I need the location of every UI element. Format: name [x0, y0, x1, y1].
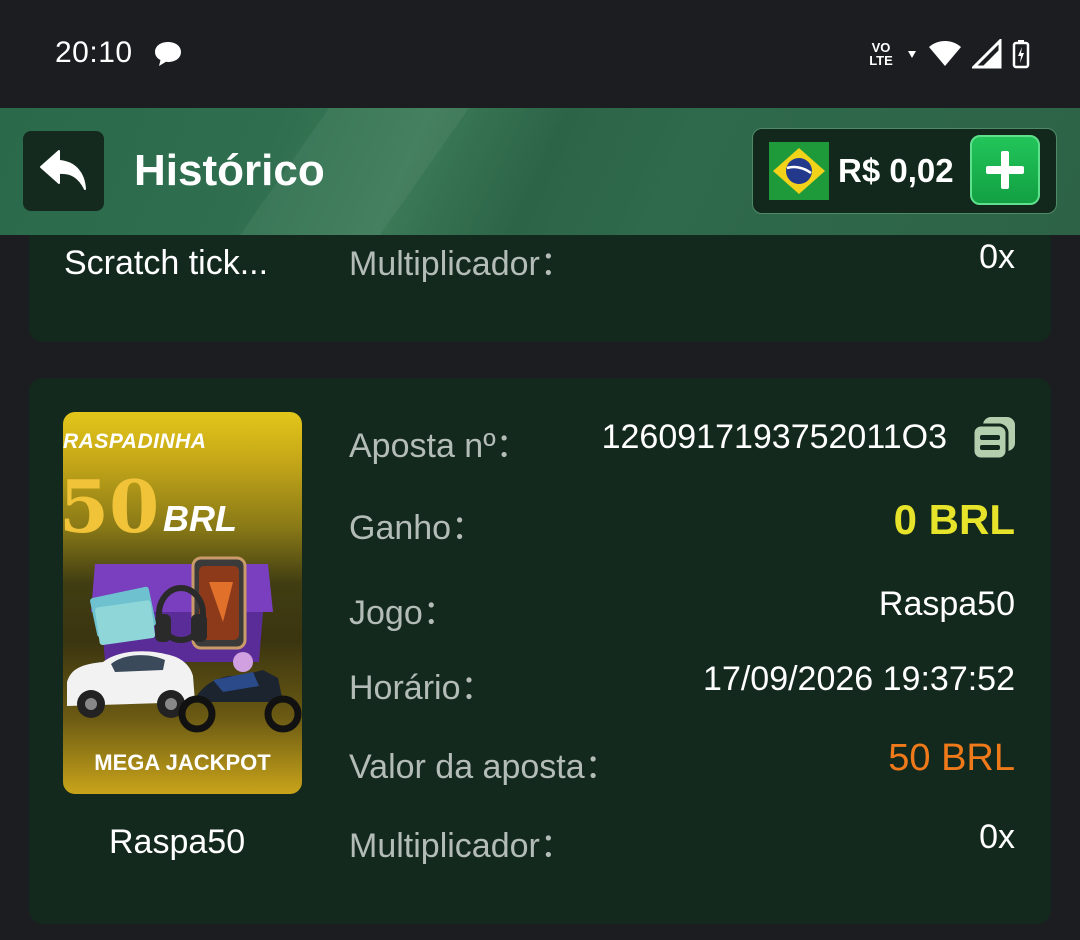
data-arrow-icon	[908, 51, 916, 58]
signal-icon	[972, 39, 1002, 69]
back-arrow-icon	[39, 150, 86, 190]
game-label: Jogo：	[349, 594, 457, 632]
game-name: Scratch tick...	[64, 244, 269, 282]
chat-notification-icon	[155, 42, 181, 66]
status-icons: VO LTE	[866, 36, 1030, 72]
plus-icon	[986, 151, 1024, 189]
copy-icon[interactable]	[971, 415, 1017, 461]
bet-amount-label: Valor da aposta：	[349, 748, 619, 786]
win-label: Ganho：	[349, 509, 486, 547]
brazil-flag-icon	[769, 142, 829, 200]
bet-id-label: Aposta nº：	[349, 427, 530, 465]
battery-icon	[1012, 40, 1030, 69]
wifi-icon	[929, 41, 961, 66]
thumbnail-title: RASPADINHA	[63, 430, 207, 453]
balance-amount: R$ 0,02	[838, 152, 954, 189]
deposit-button[interactable]	[970, 135, 1040, 205]
bet-card[interactable]: RASPADINHA 50 BRL MEGA JACKPOT Raspa50 A…	[29, 378, 1051, 924]
multiplier-value: 0x	[979, 238, 1015, 276]
time-label: Horário：	[349, 669, 495, 707]
thumbnail-amount: 50	[63, 464, 160, 549]
bet-amount-value: 50 BRL	[888, 737, 1015, 779]
bet-id-value: 1260917193752011O3	[601, 418, 947, 456]
prize-illustration	[67, 556, 302, 733]
status-bar: 20:10 VO LTE	[0, 0, 1080, 108]
game-name: Raspa50	[109, 823, 246, 861]
game-value: Raspa50	[878, 585, 1015, 623]
multiplier-value: 0x	[979, 818, 1015, 856]
multiplier-label: Multiplicador：	[349, 827, 574, 865]
wallet-balance[interactable]: R$ 0,02	[752, 128, 1057, 214]
thumbnail-currency: BRL	[163, 498, 237, 539]
volte-icon: VO LTE	[869, 40, 893, 68]
win-value: 0 BRL	[893, 496, 1015, 543]
app-header: Histórico R$ 0,02	[0, 108, 1080, 235]
game-thumbnail[interactable]: RASPADINHA 50 BRL MEGA JACKPOT	[63, 412, 302, 794]
multiplier-label: Multiplicador：	[349, 245, 574, 283]
status-time: 20:10	[55, 36, 133, 69]
thumbnail-banner: MEGA JACKPOT	[94, 750, 271, 775]
back-button[interactable]	[23, 131, 104, 211]
page-title: Histórico	[134, 146, 325, 195]
time-value: 17/09/2026 19:37:52	[703, 660, 1015, 698]
